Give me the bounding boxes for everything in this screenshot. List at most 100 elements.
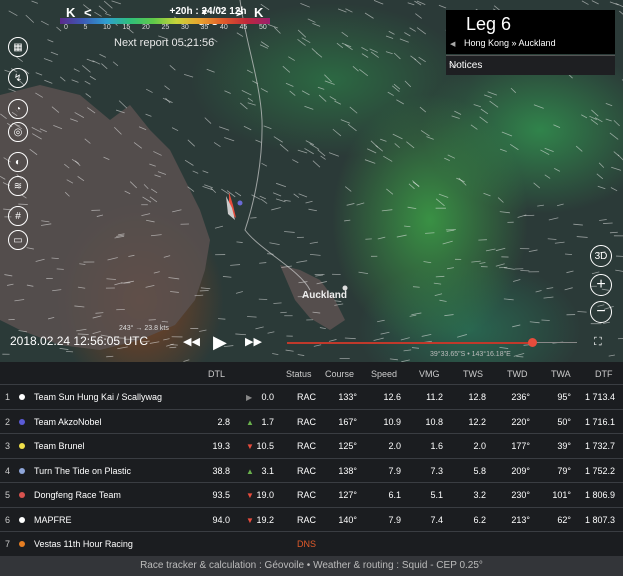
table-row[interactable]: 6 MAPFRE 94.0 140° 7.9 7.4 6.2 213° 62° 1 807.3 ▼ 1… [0,506,623,532]
cell-vmg: 7.4 [430,514,443,525]
cell-vmg: 10.8 [425,416,443,427]
cell-dtl: 94.0 [212,514,230,525]
team-name: MAPFRE [34,514,72,525]
cell-vmg: 7.3 [430,465,443,476]
header-tws[interactable]: TWS [463,369,483,379]
team-color-dot [19,492,25,498]
race-map[interactable]: K < +20h : 24/02 12h UTC ▼ > K 051015202… [0,0,623,362]
row-rank: 6 [5,514,11,525]
cell-twd: 209° [511,465,530,476]
timeline-progress[interactable] [287,342,533,344]
fullscreen-icon[interactable]: ⛶ [594,336,602,349]
rewind-icon[interactable]: ◀◀ [183,335,200,348]
cell-status: RAC [297,392,317,402]
cell-dtl: 93.5 [212,490,230,500]
team-name: Team Brunel [34,441,85,451]
cell-speed: 10.9 [383,416,401,427]
cell-speed: 7.9 [388,514,401,525]
cell-twd: 236° [511,392,530,402]
cell-delta: 19.2 [256,514,274,525]
cell-tws: 2.0 [473,441,486,451]
wind-readout: 243° → 23.8 kts [119,325,169,332]
trend-icon: ▲ [246,466,254,476]
cell-twa: 79° [557,465,571,476]
header-vmg[interactable]: VMG [419,369,440,379]
cell-status: RAC [297,441,317,451]
cell-twa: 101° [552,490,571,500]
cell-status: RAC [297,416,317,427]
cell-dtf: 1 806.9 [584,490,615,500]
trend-icon: ▼ [246,515,254,525]
table-row[interactable]: 7 Vestas 11th Hour Racing DNS [0,531,623,556]
header-dtl[interactable]: DTL [208,369,225,379]
timeline-remaining[interactable] [533,342,577,343]
trend-icon: ▼ [246,442,254,451]
cell-course: 167° [338,416,357,427]
team-name: Turn The Tide on Plastic [34,465,132,476]
cell-delta: 10.5 [256,441,274,451]
table-row[interactable]: 5 Dongfeng Race Team 93.5 127° 6.1 5.1 3.2 230°… [0,482,623,507]
cell-twa: 95° [557,392,571,402]
cell-twd: 220° [511,416,530,427]
row-rank: 2 [5,416,11,427]
cell-speed: 7.9 [388,465,401,476]
cell-tws: 12.2 [468,416,486,427]
cell-delta: 0.0 [261,392,274,402]
team-color-dot [19,418,25,425]
cell-vmg: 1.6 [430,441,443,451]
team-color-dot [19,394,25,400]
cell-speed: 2.0 [388,441,401,451]
cell-status: RAC [297,490,317,500]
cell-delta: 1.7 [261,416,274,427]
cell-twd: 177° [511,441,530,451]
place-label-auckland: Auckland [302,290,348,301]
team-name: Team AkzoNobel [34,416,102,427]
header-dtf[interactable]: DTF [595,369,613,379]
cell-dtl: 2.8 [217,416,230,427]
cell-dtf: 1 713.4 [584,392,615,402]
cell-vmg: 11.2 [426,392,443,402]
row-rank: 5 [5,490,11,500]
cursor-coordinates: 39°33.65"S • 143°16.18"E [430,351,511,358]
cell-dtf: 1 716.1 [584,416,615,427]
table-row[interactable]: 1 Team Sun Hung Kai / Scallywag 133° 12.6 11… [0,384,623,409]
team-color-dot [19,516,25,523]
cell-status: RAC [297,465,317,476]
cell-tws: 6.2 [473,514,486,525]
header-twd[interactable]: TWD [507,369,528,379]
table-row[interactable]: 4 Turn The Tide on Plastic 38.8 138° 7.9 7.3 5… [0,457,623,483]
cell-twa: 39° [557,441,571,451]
cell-tws: 12.8 [468,392,486,402]
cell-tws: 5.8 [473,465,486,476]
timeline-handle[interactable] [528,338,537,347]
cell-course: 140° [338,514,357,525]
table-row[interactable]: 3 Team Brunel 19.3 125° 2.0 1.6 2.0 177° 39° 1 73… [0,433,623,458]
row-rank: 1 [5,392,11,402]
table-row[interactable]: 2 Team AkzoNobel 2.8 167° 10.9 10.8 12.2 220° 50… [0,408,623,434]
cell-dtf: 1 752.2 [584,465,615,476]
cell-speed: 6.1 [388,490,401,500]
cell-twd: 213° [511,514,530,525]
team-color-dot [19,541,25,547]
header-speed[interactable]: Speed [371,369,397,379]
cell-status: RAC [297,514,317,525]
trend-icon: ▲ [246,417,254,427]
cell-speed: 12.6 [383,392,401,402]
team-name: Vestas 11th Hour Racing [34,539,133,549]
cell-course: 125° [338,441,357,451]
header-twa[interactable]: TWA [551,369,571,379]
play-icon[interactable]: ▶ [213,332,227,353]
row-rank: 7 [5,539,11,549]
header-status[interactable]: Status [286,369,312,379]
cell-twa: 62° [557,514,571,525]
ranking-table: DTL Status Course Speed VMG TWS TWD TWA … [0,362,623,576]
header-course[interactable]: Course [325,369,354,379]
fast-forward-icon[interactable]: ▶▶ [245,335,262,348]
cell-course: 138° [338,465,357,476]
cell-dtf: 1 807.3 [584,514,615,525]
cell-dtf: 1 732.7 [584,441,615,451]
team-name: Dongfeng Race Team [34,490,121,500]
cell-status: DNS [297,539,317,549]
cell-dtl: 19.3 [212,441,230,451]
credits-footer: Race tracker & calculation : Géovoile • … [0,556,623,576]
